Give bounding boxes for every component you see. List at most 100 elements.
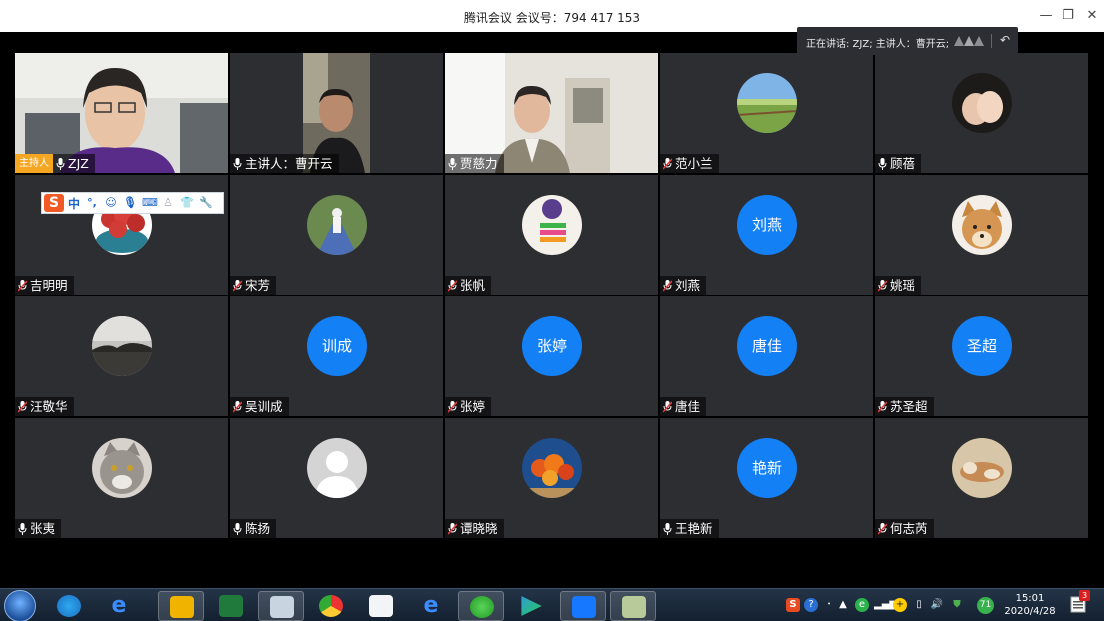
mic-icon bbox=[56, 157, 65, 170]
participant-label: 陈扬 bbox=[230, 519, 277, 538]
participant-tile[interactable]: 艳新 王艳新 bbox=[660, 418, 873, 538]
taskbar-app[interactable] bbox=[158, 591, 204, 621]
taskbar-app[interactable] bbox=[458, 591, 504, 621]
battery-badge[interactable]: 71 bbox=[977, 597, 994, 614]
window-title: 腾讯会议 会议号：794 417 153 bbox=[463, 11, 641, 25]
taskbar-app[interactable]: e bbox=[96, 591, 142, 621]
participant-tile[interactable]: 训成 吴训成 bbox=[230, 296, 443, 416]
participant-label: 吉明明 bbox=[15, 276, 74, 295]
emoji-icon[interactable]: ☺ bbox=[104, 196, 118, 210]
participant-tile[interactable]: 顾蓓 bbox=[875, 53, 1088, 173]
sogou-logo-icon[interactable]: S bbox=[44, 194, 64, 212]
voice-input-icon[interactable]: 🎙 bbox=[123, 196, 137, 210]
taskbar-app[interactable] bbox=[560, 591, 606, 621]
participant-tile[interactable]: 何志芮 bbox=[875, 418, 1088, 538]
taskbar-app[interactable] bbox=[308, 591, 354, 621]
participant-avatar: 刘燕 bbox=[737, 195, 797, 255]
participant-label: 顾蓓 bbox=[875, 154, 922, 173]
help-icon[interactable]: ? bbox=[804, 598, 818, 612]
ime-toolbar[interactable]: S 中 °, ☺ 🎙 ⌨ ♙ 👕 🔧 bbox=[41, 192, 224, 214]
collapse-icon[interactable]: ↶ bbox=[997, 32, 1013, 48]
participant-label: 主讲人：曹开云 bbox=[230, 154, 339, 173]
participant-avatar: 艳新 bbox=[737, 438, 797, 498]
participant-tile[interactable]: 范小兰 bbox=[660, 53, 873, 173]
mic-muted-icon bbox=[663, 400, 672, 413]
mic-muted-icon bbox=[448, 522, 457, 535]
volume-icon[interactable]: 🔊 bbox=[930, 598, 944, 612]
signal-icon[interactable]: ▂▄▆ bbox=[874, 598, 897, 612]
taskbar-app[interactable] bbox=[358, 591, 404, 621]
settings-wrench-icon[interactable]: 🔧 bbox=[199, 196, 213, 210]
participant-tile[interactable]: 汪敬华 bbox=[15, 296, 228, 416]
participant-name: 苏圣超 bbox=[890, 399, 928, 414]
participant-tile[interactable]: 张夷 bbox=[15, 418, 228, 538]
taskbar-app[interactable] bbox=[508, 591, 554, 621]
mic-muted-icon bbox=[18, 400, 27, 413]
mic-muted-icon bbox=[663, 279, 672, 292]
participant-name: 姚瑶 bbox=[890, 278, 916, 293]
taskbar-app[interactable]: e bbox=[408, 591, 454, 621]
security-tray-icon[interactable]: e bbox=[855, 598, 869, 612]
participant-name: 谭晓晓 bbox=[460, 521, 498, 536]
start-button[interactable] bbox=[4, 590, 36, 621]
refresh-app-icon bbox=[470, 596, 494, 618]
ime-tray-icon[interactable]: ꞏ bbox=[822, 598, 836, 612]
device-icon[interactable]: ▯ bbox=[912, 598, 926, 612]
shield-icon[interactable]: ⛊ bbox=[950, 598, 964, 612]
participant-tile[interactable]: 主讲人：曹开云 bbox=[230, 53, 443, 173]
close-icon[interactable]: ✕ bbox=[1082, 6, 1102, 26]
participant-tile[interactable]: 圣超 苏圣超 bbox=[875, 296, 1088, 416]
participant-tile[interactable]: 谭晓晓 bbox=[445, 418, 658, 538]
participant-name: 王艳新 bbox=[675, 521, 713, 536]
mic-muted-icon bbox=[448, 279, 457, 292]
app-360-icon bbox=[57, 595, 81, 617]
participant-tile[interactable]: 宋芳 bbox=[230, 175, 443, 295]
taskbar-app[interactable] bbox=[258, 591, 304, 621]
participant-tile[interactable]: 唐佳 唐佳 bbox=[660, 296, 873, 416]
system-clock[interactable]: 15:01 2020/4/28 bbox=[1000, 592, 1060, 618]
taskbar-app[interactable] bbox=[46, 591, 92, 621]
participant-avatar bbox=[522, 195, 582, 255]
participant-tile[interactable]: 陈扬 bbox=[230, 418, 443, 538]
participant-name: 顾蓓 bbox=[890, 156, 916, 171]
mic-icon bbox=[663, 522, 672, 535]
mic-muted-icon bbox=[18, 279, 27, 292]
addon-tray-icon[interactable]: + bbox=[893, 598, 907, 612]
taskbar-app[interactable] bbox=[610, 591, 656, 621]
restore-icon[interactable]: ❐ bbox=[1058, 6, 1078, 26]
show-hidden-icons[interactable]: ▲ bbox=[836, 598, 850, 612]
wechat-icon bbox=[170, 596, 194, 618]
taskbar-app[interactable] bbox=[208, 591, 254, 621]
participant-label: 张婷 bbox=[445, 397, 492, 416]
notification-icon[interactable]: 3 bbox=[1070, 590, 1090, 613]
participant-tile[interactable]: 姚瑶 bbox=[875, 175, 1088, 295]
mic-muted-icon bbox=[233, 400, 242, 413]
participant-tile[interactable]: 贾慈力 bbox=[445, 53, 658, 173]
ime-mode-toggle[interactable]: 中 bbox=[68, 195, 80, 212]
participant-tile[interactable]: 主持人 ZJZ bbox=[15, 53, 228, 173]
participant-name: 宋芳 bbox=[245, 278, 271, 293]
minimize-icon[interactable]: — bbox=[1036, 6, 1056, 26]
participant-tile[interactable]: 张婷 张婷 bbox=[445, 296, 658, 416]
participant-tile[interactable]: 刘燕 刘燕 bbox=[660, 175, 873, 295]
participant-name: 范小兰 bbox=[675, 156, 713, 171]
participant-name: 唐佳 bbox=[675, 399, 701, 414]
sogou-tray-icon[interactable]: S bbox=[786, 598, 800, 612]
user-icon[interactable]: ♙ bbox=[161, 196, 175, 210]
punctuation-icon[interactable]: °, bbox=[85, 196, 99, 210]
participant-avatar: 训成 bbox=[307, 316, 367, 376]
participant-avatar: 张婷 bbox=[522, 316, 582, 376]
participant-label: 何志芮 bbox=[875, 519, 934, 538]
participant-name: ZJZ bbox=[68, 156, 89, 171]
participant-avatar bbox=[307, 195, 367, 255]
participant-avatar bbox=[522, 438, 582, 498]
participant-label: 吴训成 bbox=[230, 397, 289, 416]
active-speaker-bar: 正在讲话: ZJZ; 主讲人：曹开云; ↶ bbox=[797, 27, 1018, 55]
skin-icon[interactable]: 👕 bbox=[180, 196, 194, 210]
participant-avatar bbox=[307, 438, 367, 498]
keyboard-icon[interactable]: ⌨ bbox=[142, 196, 158, 210]
participant-tile[interactable]: 张帆 bbox=[445, 175, 658, 295]
participant-label: 张夷 bbox=[15, 519, 62, 538]
participant-name: 刘燕 bbox=[675, 278, 701, 293]
participant-label: 王艳新 bbox=[660, 519, 719, 538]
